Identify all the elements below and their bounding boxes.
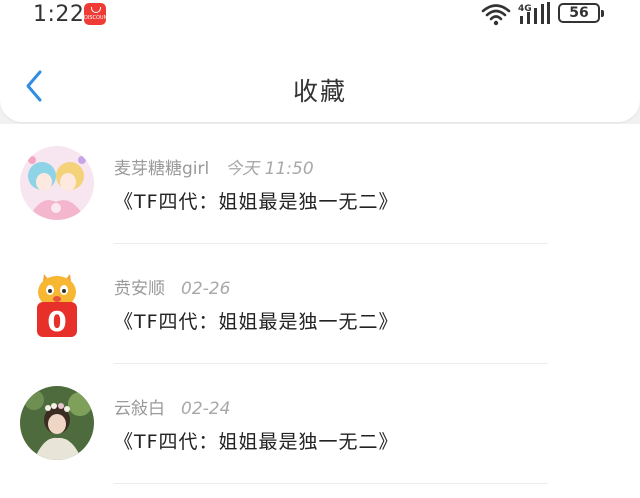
item-time: 02-26 <box>181 279 231 299</box>
user-name[interactable]: 麦芽糖糖girl <box>114 159 209 179</box>
page-title: 收藏 <box>292 77 347 106</box>
divider <box>114 483 548 484</box>
list-item[interactable]: 云敍白 02-24 《TF四代：姐姐最是独一无二》 <box>0 364 640 484</box>
top-app-bar: 收藏 <box>0 30 640 122</box>
item-meta: 云敍白 02-24 <box>114 394 230 419</box>
user-name[interactable]: 云敍白 <box>114 399 165 419</box>
list-item[interactable]: 麦芽糖糖girl 今天 11:50 《TF四代：姐姐最是独一无二》 <box>0 124 640 244</box>
wifi-icon <box>481 4 511 26</box>
avatar[interactable] <box>20 146 94 220</box>
item-content[interactable]: 《TF四代：姐姐最是独一无二》 <box>114 427 399 454</box>
favorites-list: 麦芽糖糖girl 今天 11:50 《TF四代：姐姐最是独一无二》 0 贲安顺 02… <box>0 124 640 498</box>
item-content[interactable]: 《TF四代：姐姐最是独一无二》 <box>114 307 399 334</box>
cellular-signal-icon: 4G <box>518 2 550 24</box>
avatar[interactable]: 0 <box>20 266 94 340</box>
list-item[interactable]: 0 贲安顺 02-26 《TF四代：姐姐最是独一无二》 <box>0 244 640 364</box>
battery-indicator: 56 <box>558 3 604 23</box>
cartoon-cat-avatar-image: 0 <box>37 274 77 338</box>
shopping-app-icon: DISCOUNTS <box>84 3 106 25</box>
user-name[interactable]: 贲安顺 <box>114 279 165 299</box>
girl-flower-crown-avatar-image <box>20 386 94 460</box>
item-meta: 贲安顺 02-26 <box>114 274 230 299</box>
status-bar: 1:22 DISCOUNTS 4G 56 <box>0 0 640 30</box>
avatar[interactable] <box>20 386 94 460</box>
anime-girls-avatar-image <box>20 146 94 220</box>
item-content[interactable]: 《TF四代：姐姐最是独一无二》 <box>114 187 399 214</box>
item-meta: 麦芽糖糖girl 今天 11:50 <box>114 154 314 179</box>
avatar-badge-digit: 0 <box>47 305 66 338</box>
status-time: 1:22 <box>33 2 85 27</box>
item-time: 今天 11:50 <box>225 159 314 179</box>
item-time: 02-24 <box>181 399 231 419</box>
